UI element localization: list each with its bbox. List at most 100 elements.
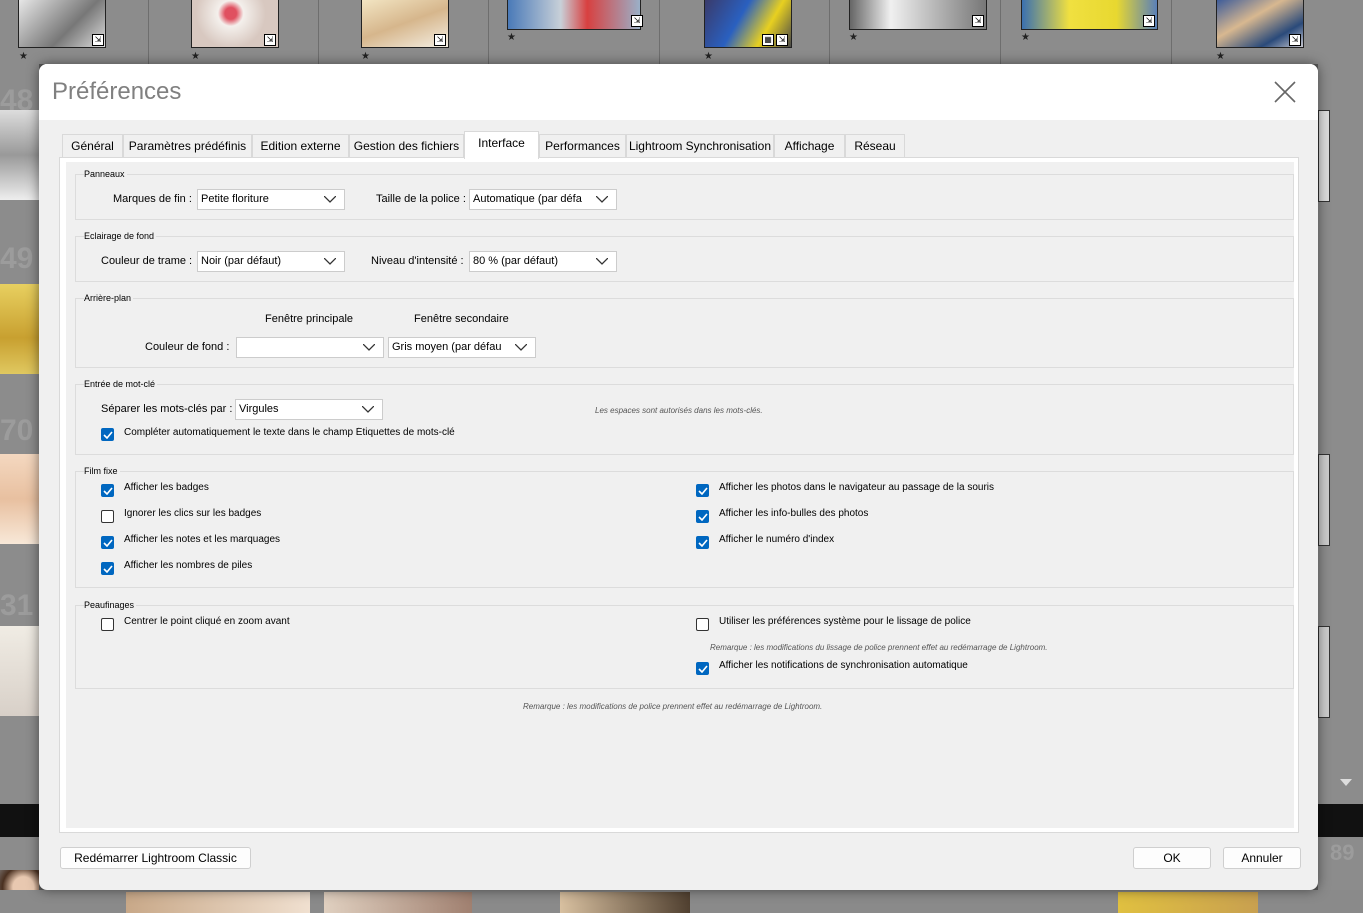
tab-presets[interactable]: Paramètres prédéfinis [123,134,252,158]
title-bar: Préférences [39,64,1318,120]
grid-index-number: 31 [0,589,34,622]
group-title-peaufinages: Peaufinages [84,600,137,610]
filmstrip-bar [1318,804,1363,837]
checkmark-icon [698,665,708,673]
chevron-down-icon [362,406,374,413]
chevron-down-icon [324,258,336,265]
grid-cell: ⇲ ★ [1001,0,1172,64]
tab-performance[interactable]: Performances [539,134,626,158]
end-marks-value: Petite floriture [201,193,269,205]
background-grid-top: ⇲ ★ ⇲ ★ ⇲ ★ ⇲ ★ ▦ ⇲ ★ ⇲ ★ ⇲ ★ ⇲ ★ [0,0,1363,64]
photo-thumbnail[interactable] [1021,0,1158,30]
group-title-panneaux: Panneaux [84,169,127,179]
edit-badge-icon[interactable]: ⇲ [972,15,984,27]
edit-badge-icon[interactable]: ⇲ [631,15,643,27]
autocomplete-checkbox[interactable] [101,428,114,441]
photo-thumbnail[interactable] [1118,892,1258,913]
ignore-badge-clicks-checkbox[interactable] [101,510,114,523]
tab-general[interactable]: Général [62,134,123,158]
sync-notifications-checkbox[interactable] [696,662,709,675]
show-stack-counts-checkbox[interactable] [101,562,114,575]
background-grid-left: 48 49 70 31 [0,64,39,913]
photo-thumbnail[interactable] [560,892,690,913]
star-icon: ★ [1021,32,1030,43]
grid-cell: ⇲ ★ [489,0,660,64]
checkmark-icon [103,487,113,495]
show-badges-checkbox[interactable] [101,484,114,497]
intensity-value: 80 % (par défaut) [473,255,558,267]
tab-file-handling[interactable]: Gestion des fichiers [349,134,464,158]
show-ratings-checkbox[interactable] [101,536,114,549]
checkmark-icon [698,513,708,521]
photo-thumbnail[interactable] [849,0,987,30]
group-title-film-fixe: Film fixe [84,466,120,476]
chevron-down-icon [515,344,527,351]
photo-thumbnail[interactable] [507,0,641,30]
checkmark-icon [698,539,708,547]
background-grid-bottom [0,890,1363,913]
font-smoothing-label: Utiliser les préférences système pour le… [719,616,971,627]
zoom-center-checkbox[interactable] [101,618,114,631]
background-grid-right: 89 [1318,64,1363,913]
keyword-separator-dropdown[interactable]: Virgules [235,399,383,420]
screen-color-label: Couleur de trame : [101,255,193,267]
intensity-dropdown[interactable]: 80 % (par défaut) [469,251,617,272]
main-window-bg-dropdown[interactable] [236,337,384,358]
main-window-header: Fenêtre principale [265,313,354,325]
tab-external-editing[interactable]: Edition externe [252,134,349,158]
tab-display[interactable]: Affichage [774,134,845,158]
bg-color-label: Couleur de fond : [145,341,230,353]
grid-cell: ⇲ ★ [1172,0,1363,64]
photo-thumbnail[interactable] [1318,626,1330,718]
chevron-down-icon [363,344,375,351]
edit-badge-icon[interactable]: ⇲ [776,34,788,46]
star-icon: ★ [704,51,713,62]
grid-cell: ⇲ ★ [149,0,319,64]
group-title-mot-cle: Entrée de mot-clé [84,379,158,389]
screen-color-dropdown[interactable]: Noir (par défaut) [197,251,345,272]
font-smoothing-checkbox[interactable] [696,618,709,631]
photo-thumbnail[interactable] [0,454,39,544]
cancel-button[interactable]: Annuler [1223,847,1301,869]
secondary-window-bg-dropdown[interactable]: Gris moyen (par défau [388,337,536,358]
dialog-title: Préférences [52,78,182,105]
tab-lightroom-sync[interactable]: Lightroom Synchronisation [626,134,774,158]
star-icon: ★ [849,32,858,43]
close-icon [1274,81,1296,103]
keyword-spaces-note: Les espaces sont autorisés dans les mots… [595,406,763,415]
photo-thumbnail[interactable] [1318,454,1330,546]
photo-thumbnail[interactable] [324,892,472,913]
filmstrip-bar [0,804,39,837]
photo-thumbnail[interactable] [1318,110,1330,202]
edit-badge-icon[interactable]: ⇲ [264,34,276,46]
checkmark-icon [103,539,113,547]
photo-thumbnail[interactable] [0,110,39,200]
screen-color-value: Noir (par défaut) [201,255,282,267]
end-marks-dropdown[interactable]: Petite floriture [197,189,345,210]
zoom-center-label: Centrer le point cliqué en zoom avant [124,616,290,627]
grid-cell: ▦ ⇲ ★ [660,0,830,64]
grid-index-number: 70 [0,414,34,447]
edit-badge-icon[interactable]: ⇲ [1143,15,1155,27]
close-button[interactable] [1265,78,1305,106]
edit-badge-icon[interactable]: ⇲ [1289,34,1301,46]
checkmark-icon [103,565,113,573]
ok-button[interactable]: OK [1133,847,1211,869]
preferences-dialog: Préférences Général Paramètres prédéfini… [39,64,1318,890]
tab-network[interactable]: Réseau [845,134,905,158]
photo-thumbnail[interactable] [0,284,39,374]
edit-badge-icon[interactable]: ⇲ [434,34,446,46]
navigator-hover-checkbox[interactable] [696,484,709,497]
photo-thumbnail[interactable] [126,892,310,913]
font-size-dropdown[interactable]: Automatique (par défa [469,189,617,210]
group-title-arriere-plan: Arrière-plan [84,293,134,303]
restart-lightroom-button[interactable]: Redémarrer Lightroom Classic [60,847,251,869]
dropdown-arrow-icon[interactable] [1340,774,1352,786]
photo-thumbnail[interactable] [0,626,39,716]
navigator-hover-label: Afficher les photos dans le navigateur a… [719,482,994,493]
photo-tooltips-checkbox[interactable] [696,510,709,523]
tab-interface[interactable]: Interface [464,131,539,159]
show-index-number-checkbox[interactable] [696,536,709,549]
edit-badge-icon[interactable]: ⇲ [92,34,104,46]
stack-badge-icon[interactable]: ▦ [762,34,774,46]
